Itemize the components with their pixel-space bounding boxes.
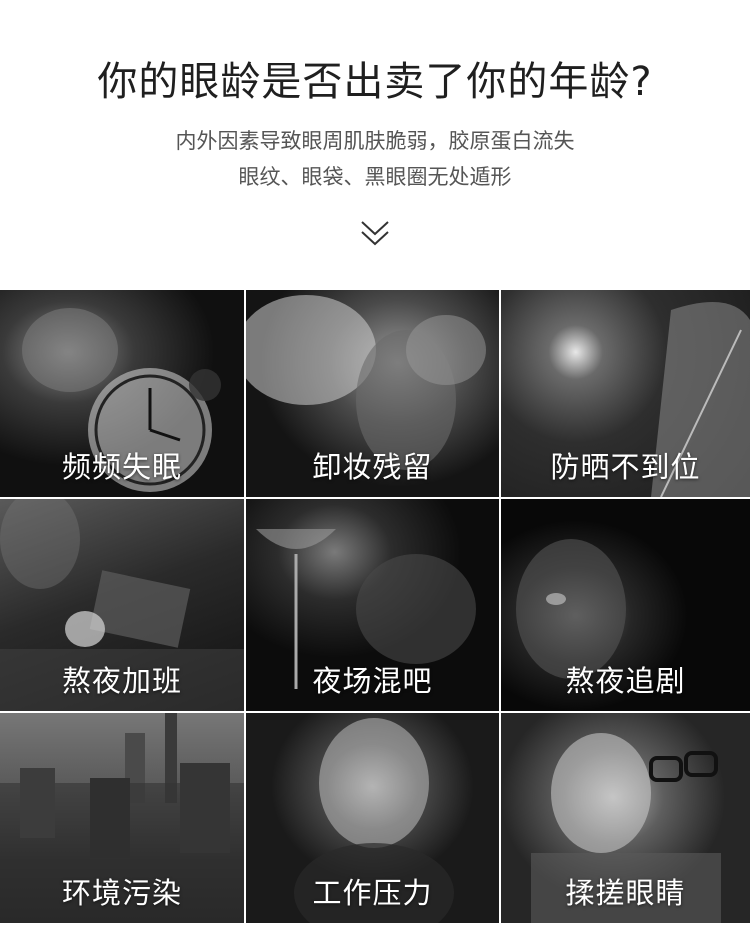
tile-label: 揉搓眼睛 [565, 876, 686, 910]
tile-label: 夜场混吧 [312, 664, 433, 698]
tile-pollution: 环境污染 [0, 713, 244, 923]
subtitle-line-1: 内外因素导致眼周肌肤脆弱，胶原蛋白流失 [175, 129, 575, 153]
causes-grid: 频频失眠 卸妆残留 防晒不到位 熬夜加班 夜场混吧 熬夜追剧 环境污染 工作压力… [0, 290, 750, 923]
tile-makeup-residue: 卸妆残留 [246, 290, 499, 497]
tile-poor-sun-protection: 防晒不到位 [501, 290, 750, 497]
tile-label: 工作压力 [312, 876, 433, 910]
page-title: 你的眼龄是否出卖了你的年龄? [97, 59, 653, 105]
subtitle-line-2: 眼纹、眼袋、黑眼圈无处遁形 [238, 165, 512, 189]
header-section: 你的眼龄是否出卖了你的年龄? 内外因素导致眼周肌肤脆弱，胶原蛋白流失 眼纹、眼袋… [0, 0, 750, 290]
double-chevron-down-icon [361, 221, 389, 246]
tile-insomnia: 频频失眠 [0, 290, 244, 497]
tile-label: 环境污染 [61, 876, 182, 910]
tile-label: 卸妆残留 [312, 450, 433, 484]
tile-label: 防晒不到位 [550, 450, 701, 484]
tile-work-stress: 工作压力 [246, 713, 499, 923]
tile-label: 频频失眠 [61, 450, 182, 484]
tile-nightclub: 夜场混吧 [246, 499, 499, 711]
tile-label: 熬夜加班 [61, 664, 182, 698]
tile-label: 熬夜追剧 [565, 664, 686, 698]
tile-rubbing-eyes: 揉搓眼睛 [501, 713, 750, 923]
tile-binge-watching: 熬夜追剧 [501, 499, 750, 711]
tile-overtime: 熬夜加班 [0, 499, 244, 711]
